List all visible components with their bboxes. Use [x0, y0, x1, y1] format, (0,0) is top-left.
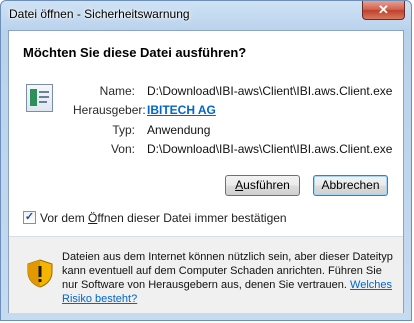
publisher-link[interactable]: IBITECH AG	[147, 103, 216, 117]
from-value: D:\Download\IBI-aws\Client\IBI.aws.Clien…	[147, 142, 393, 156]
run-button-accelerator: A	[235, 178, 244, 192]
close-button[interactable]: ✕	[362, 1, 405, 20]
name-value: D:\Download\IBI-aws\Client\IBI.aws.Clien…	[147, 84, 393, 98]
name-label: Name:	[99, 84, 135, 98]
title-bar[interactable]: Datei öffnen - Sicherheitswarnung ✕	[1, 1, 411, 29]
type-value: Anwendung	[147, 123, 211, 137]
warning-message: Dateien aus dem Internet können nützlich…	[62, 250, 397, 306]
run-button[interactable]: Ausführen	[225, 175, 300, 196]
cancel-button[interactable]: Abbrechen	[313, 175, 388, 196]
warning-body: Dateien aus dem Internet können nützlich…	[62, 251, 393, 291]
publisher-label: Herausgeber:	[73, 103, 146, 117]
always-confirm-label[interactable]: Vor dem Öffnen dieser Datei immer bestät…	[40, 211, 287, 225]
run-button-label: usführen	[243, 178, 290, 192]
executable-file-icon	[26, 84, 53, 112]
dialog-heading: Möchten Sie diese Datei ausführen?	[23, 45, 247, 60]
always-confirm-label-rest: ffnen dieser Datei immer bestätigen	[97, 211, 287, 225]
always-confirm-label-accelerator: Ö	[88, 211, 98, 225]
security-shield-icon	[27, 259, 53, 288]
from-label: Von:	[110, 142, 135, 156]
window-title: Datei öffnen - Sicherheitswarnung	[9, 7, 190, 21]
security-warning-dialog: Datei öffnen - Sicherheitswarnung ✕ Möch…	[0, 0, 412, 321]
dialog-content: Möchten Sie diese Datei ausführen? Name:…	[8, 30, 404, 313]
always-confirm-label-prefix: Vor dem	[40, 211, 89, 225]
always-confirm-checkbox[interactable]: ✓	[23, 211, 36, 224]
type-label: Typ:	[112, 123, 135, 137]
